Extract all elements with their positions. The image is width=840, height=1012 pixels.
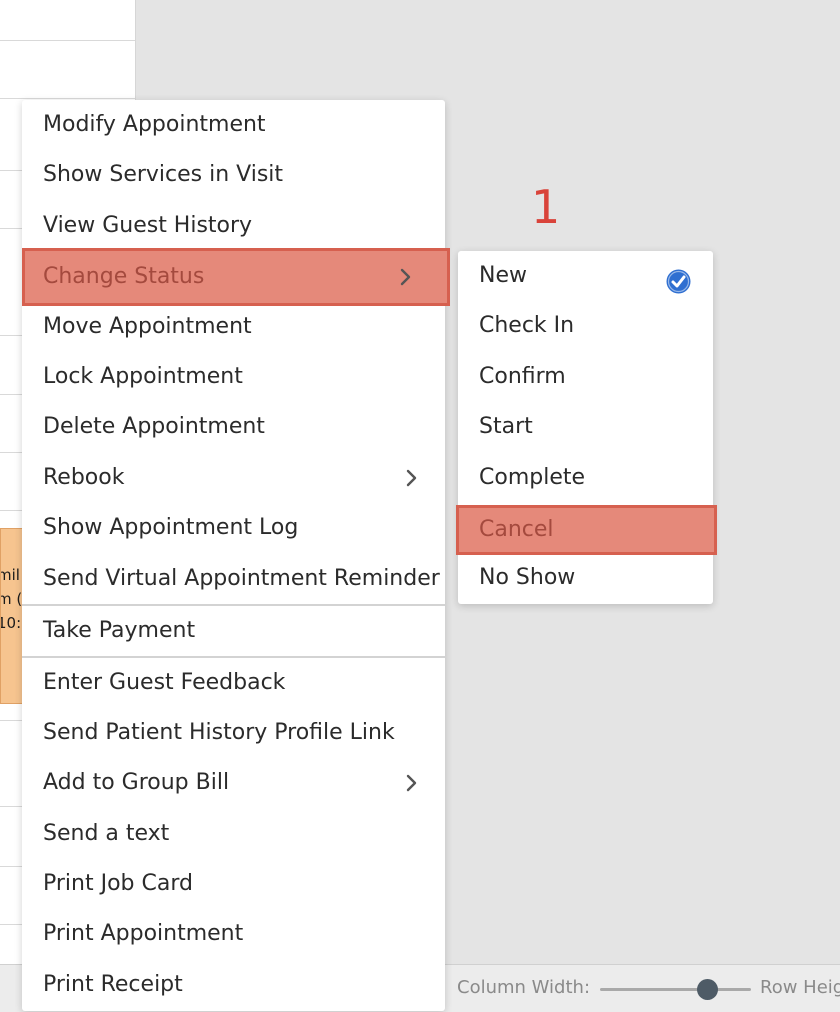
menu-item-label: Rebook (43, 464, 125, 490)
menu-item-show-services[interactable]: Show Services in Visit (22, 150, 445, 200)
menu-item-send-virtual-reminder[interactable]: Send Virtual Appointment Reminder (22, 554, 445, 606)
menu-item-label: Print Appointment (43, 921, 244, 947)
menu-item-delete-appointment[interactable]: Delete Appointment (22, 402, 445, 452)
menu-item-label: Move Appointment (43, 313, 252, 339)
column-width-slider[interactable] (600, 988, 751, 991)
status-option-start[interactable]: Start (458, 402, 713, 452)
status-option-no-show[interactable]: No Show (458, 553, 713, 603)
menu-item-take-payment[interactable]: Take Payment (22, 606, 445, 658)
status-option-label: Complete (479, 464, 586, 490)
status-option-new[interactable]: New (458, 251, 713, 301)
status-option-complete[interactable]: Complete (458, 453, 713, 503)
menu-item-print-job-card[interactable]: Print Job Card (22, 859, 445, 909)
status-option-label: New (479, 263, 527, 288)
menu-item-add-to-group-bill[interactable]: Add to Group Bill (22, 758, 445, 808)
menu-item-send-a-text[interactable]: Send a text (22, 809, 445, 859)
cancel-highlight-label: Cancel (479, 517, 554, 542)
status-option-label: Start (479, 414, 533, 440)
grid-line (0, 98, 135, 99)
column-width-slider-thumb[interactable] (697, 979, 718, 1000)
menu-item-label: Modify Appointment (43, 112, 266, 137)
menu-item-rebook[interactable]: Rebook (22, 453, 445, 503)
appointment-context-menu: Modify Appointment Show Services in Visi… (22, 100, 445, 1011)
menu-item-label: Add to Group Bill (43, 770, 230, 796)
status-option-label: No Show (479, 565, 576, 591)
column-width-label: Column Width: (457, 977, 591, 998)
menu-item-label: Print Receipt (43, 971, 183, 997)
menu-item-print-receipt[interactable]: Print Receipt (22, 960, 445, 1010)
status-option-label: Confirm (479, 363, 566, 389)
menu-item-label: Send a text (43, 820, 170, 846)
status-option-confirm[interactable]: Confirm (458, 352, 713, 402)
change-status-highlight-label: Change Status (43, 264, 205, 289)
menu-item-label: Delete Appointment (43, 414, 265, 440)
menu-item-label: Send Virtual Appointment Reminder (43, 565, 440, 591)
step-number-annotation: 1 (531, 180, 561, 234)
menu-item-label: Show Services in Visit (43, 162, 284, 188)
grid-line (0, 40, 135, 41)
menu-item-label: Print Job Card (43, 871, 193, 897)
menu-item-print-appointment[interactable]: Print Appointment (22, 909, 445, 959)
status-option-label: Check In (479, 313, 575, 339)
menu-item-lock-appointment[interactable]: Lock Appointment (22, 352, 445, 402)
menu-item-view-guest-history[interactable]: View Guest History (22, 201, 445, 251)
status-option-check-in[interactable]: Check In (458, 301, 713, 351)
menu-item-label: Send Patient History Profile Link (43, 719, 395, 745)
menu-item-label: Enter Guest Feedback (43, 669, 286, 695)
menu-item-move-appointment[interactable]: Move Appointment (22, 302, 445, 352)
menu-item-label: Lock Appointment (43, 363, 243, 389)
menu-item-label: Take Payment (43, 617, 196, 643)
menu-item-label: View Guest History (43, 212, 253, 238)
menu-item-send-patient-history-link[interactable]: Send Patient History Profile Link (22, 708, 445, 758)
menu-item-show-appointment-log[interactable]: Show Appointment Log (22, 503, 445, 553)
menu-item-modify-appointment[interactable]: Modify Appointment (22, 100, 445, 150)
menu-item-label: Show Appointment Log (43, 515, 299, 541)
row-height-label: Row Heig (760, 977, 840, 998)
chevron-right-icon (399, 263, 413, 295)
menu-item-enter-guest-feedback[interactable]: Enter Guest Feedback (22, 658, 445, 708)
